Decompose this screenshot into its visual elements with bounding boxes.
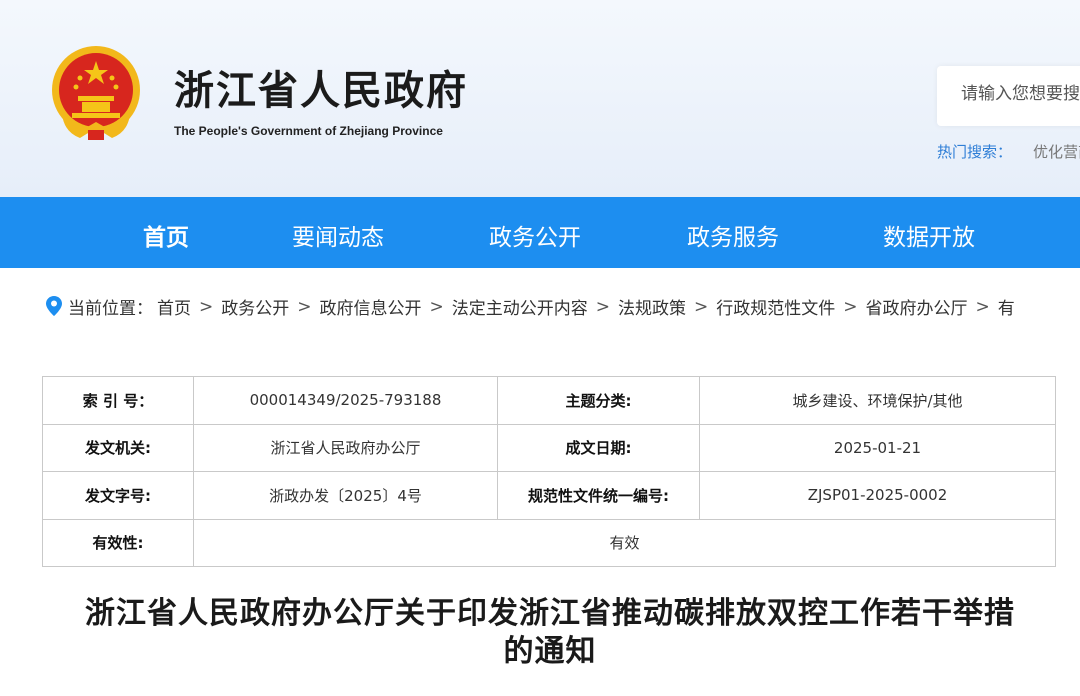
issuing-agency-value: 浙江省人民政府办公厅 <box>193 423 498 472</box>
search-input[interactable] <box>961 84 1080 104</box>
document-title: 浙江省人民政府办公厅关于印发浙江省推动碳排放双控工作若干举措 的通知 <box>40 595 1060 671</box>
location-pin-icon <box>46 296 62 316</box>
main-nav: 首页 要闻动态 政务公开 政务服务 数据开放 <box>0 197 1080 268</box>
site-header: 浙江省人民政府 The People's Government of Zheji… <box>0 0 1080 197</box>
breadcrumb-item-normative-docs[interactable]: 行政规范性文件 <box>716 294 835 319</box>
unified-code-label: 规范性文件统一编号: <box>497 471 700 520</box>
nav-item-home[interactable]: 首页 <box>143 218 189 252</box>
topic-category-value: 城乡建设、环境保护/其他 <box>699 376 1056 425</box>
breadcrumb-separator: > <box>975 296 990 317</box>
document-date-value: 2025-01-21 <box>699 423 1056 472</box>
search-box[interactable] <box>937 66 1080 126</box>
breadcrumb-separator: > <box>843 296 858 317</box>
breadcrumb-item-statutory[interactable]: 法定主动公开内容 <box>452 294 588 319</box>
validity-label: 有效性: <box>42 518 194 567</box>
document-title-line-2: 的通知 <box>503 634 597 669</box>
site-title[interactable]: 浙江省人民政府 <box>174 58 468 116</box>
document-info-table: 索 引 号： 000014349/2025-793188 主题分类: 城乡建设、… <box>42 376 1056 567</box>
nav-item-open-government[interactable]: 政务公开 <box>489 218 581 252</box>
document-date-label: 成文日期: <box>497 423 700 472</box>
unified-code-value: ZJSP01-2025-0002 <box>699 471 1056 520</box>
index-number-value: 000014349/2025-793188 <box>193 376 498 425</box>
breadcrumb-separator: > <box>199 296 214 317</box>
nav-item-services[interactable]: 政务服务 <box>687 218 779 252</box>
site-subtitle: The People's Government of Zhejiang Prov… <box>174 124 443 138</box>
nav-item-open-data[interactable]: 数据开放 <box>883 218 975 252</box>
document-number-label: 发文字号: <box>42 471 194 520</box>
table-row: 索 引 号： 000014349/2025-793188 主题分类: 城乡建设、… <box>42 376 1056 425</box>
breadcrumb-label: 当前位置： <box>68 299 153 319</box>
breadcrumb-item-general-office[interactable]: 省政府办公厅 <box>866 294 968 319</box>
hot-search-label: 热门搜索： <box>937 143 1013 161</box>
validity-value: 有效 <box>193 518 1056 567</box>
breadcrumb-item-policies[interactable]: 法规政策 <box>618 294 686 319</box>
issuing-agency-label: 发文机关: <box>42 423 194 472</box>
breadcrumb-item-home[interactable]: 首页 <box>157 294 191 319</box>
nav-item-news[interactable]: 要闻动态 <box>292 218 384 252</box>
national-emblem-icon[interactable] <box>50 44 142 142</box>
table-row: 发文机关: 浙江省人民政府办公厅 成文日期: 2025-01-21 <box>42 423 1056 472</box>
topic-category-label: 主题分类: <box>497 376 700 425</box>
breadcrumb-item-truncated[interactable]: 有 <box>998 294 1015 319</box>
hot-search-link[interactable]: 优化营商环境 <box>1033 141 1080 162</box>
table-row: 有效性: 有效 <box>42 518 1056 567</box>
breadcrumb-item-open-government[interactable]: 政务公开 <box>221 294 289 319</box>
index-number-label: 索 引 号： <box>42 376 194 425</box>
breadcrumb-separator: > <box>429 296 444 317</box>
document-title-line-1: 浙江省人民政府办公厅关于印发浙江省推动碳排放双控工作若干举措 <box>85 596 1015 631</box>
document-number-value: 浙政办发〔2025〕4号 <box>193 471 498 520</box>
breadcrumb-separator: > <box>595 296 610 317</box>
table-row: 发文字号: 浙政办发〔2025〕4号 规范性文件统一编号: ZJSP01-202… <box>42 471 1056 520</box>
breadcrumb-separator: > <box>694 296 709 317</box>
breadcrumb-separator: > <box>297 296 312 317</box>
breadcrumb-item-gov-info[interactable]: 政府信息公开 <box>320 294 422 319</box>
